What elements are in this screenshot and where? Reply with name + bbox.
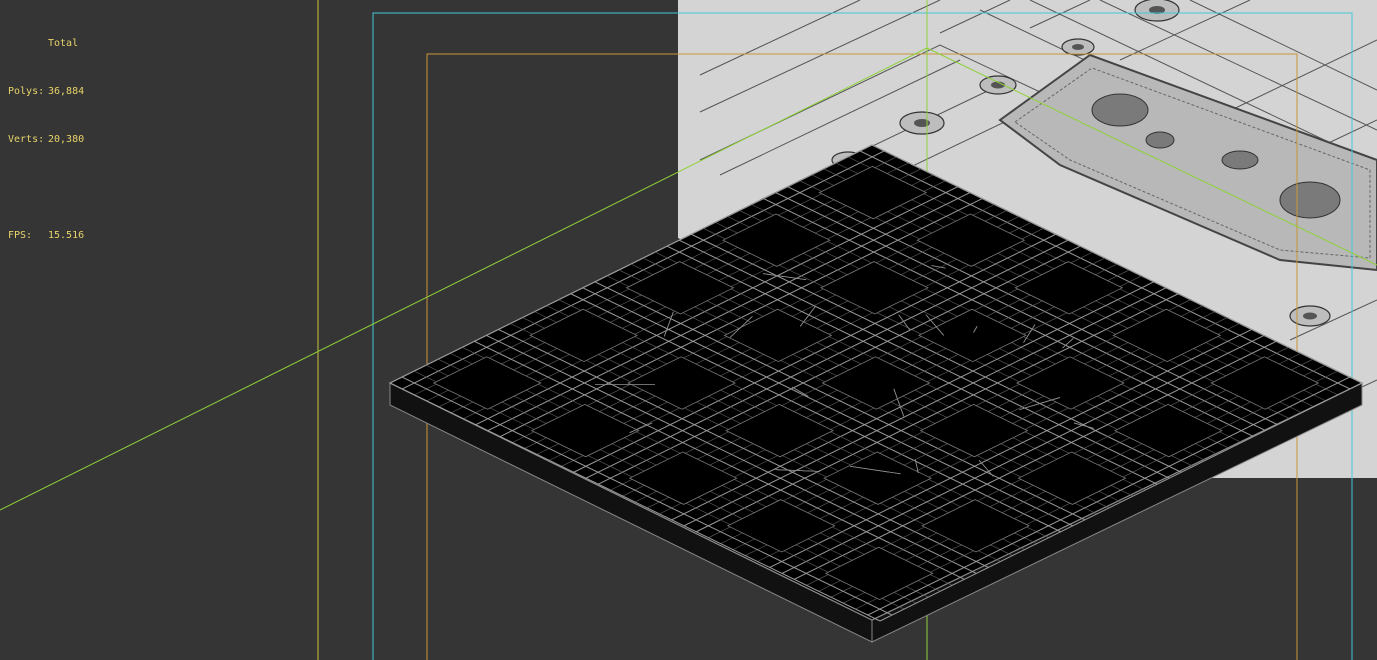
3d-viewport[interactable]: Total Polys: 36,884 Verts: 20,380 FPS: 15.5… bbox=[0, 0, 1377, 660]
polys-value: 36,884 bbox=[48, 86, 85, 97]
polys-label: Polys: bbox=[8, 86, 45, 97]
verts-value: 20,380 bbox=[48, 134, 85, 145]
verts-label: Verts: bbox=[8, 134, 45, 145]
viewport-scene[interactable] bbox=[0, 0, 1377, 660]
fps-value: 15.516 bbox=[48, 230, 85, 241]
viewport-statistics: Total Polys: 36,884 Verts: 20,380 FPS: 15.5… bbox=[8, 4, 84, 276]
stats-heading: Total bbox=[48, 38, 79, 49]
fps-label: FPS: bbox=[8, 230, 33, 241]
